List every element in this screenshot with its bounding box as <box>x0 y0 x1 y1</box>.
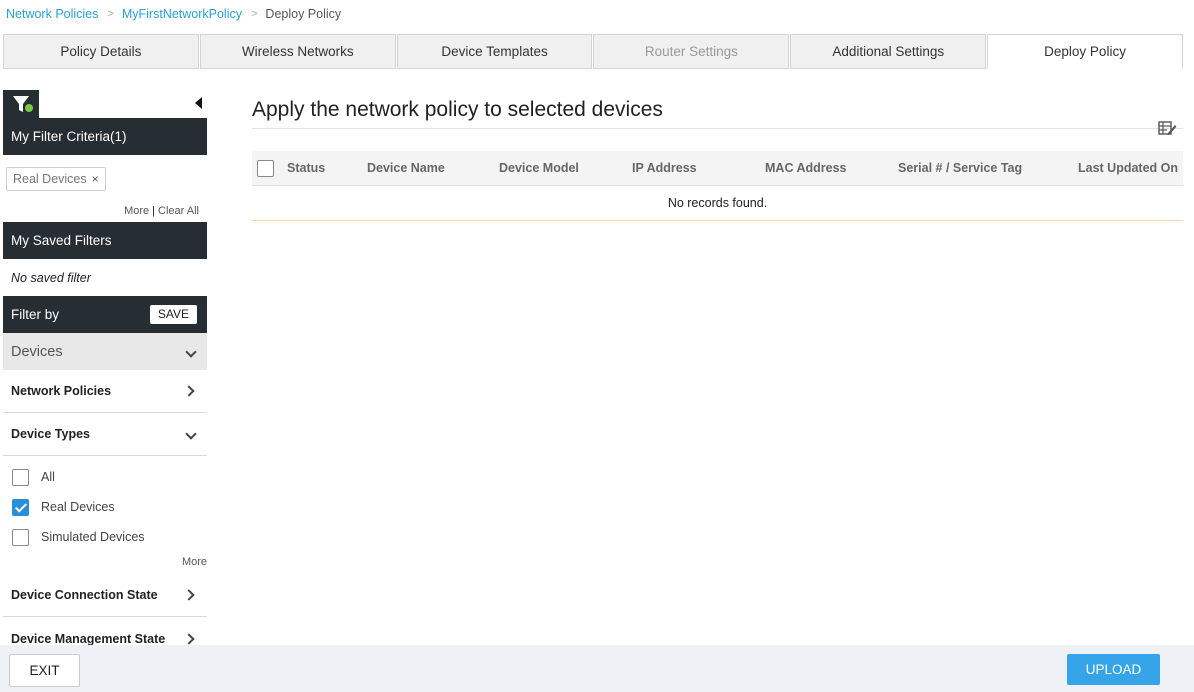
clear-all-link[interactable]: Clear All <box>158 205 199 217</box>
more-link[interactable]: More <box>124 205 149 217</box>
breadcrumb: Network Policies > MyFirstNetworkPolicy … <box>6 7 341 21</box>
select-all-checkbox[interactable] <box>257 160 274 177</box>
checkbox-label: All <box>41 470 55 484</box>
column-header-mac-address[interactable]: MAC Address <box>765 161 847 175</box>
filter-toggle[interactable] <box>3 90 39 118</box>
checkbox-label: Real Devices <box>41 500 115 514</box>
chip-remove-icon[interactable]: × <box>92 172 99 186</box>
filter-by-header: Filter by SAVE <box>3 296 207 333</box>
device-type-simulated-devices[interactable]: Simulated Devices <box>3 522 207 552</box>
section-network-policies[interactable]: Network Policies <box>3 370 207 413</box>
breadcrumb-network-policies[interactable]: Network Policies <box>6 7 98 21</box>
chevron-down-icon <box>185 428 197 440</box>
chevron-right-icon <box>183 385 195 397</box>
section-device-management-state[interactable]: Device Management State <box>3 617 207 645</box>
breadcrumb-separator-icon: > <box>107 8 114 20</box>
checkbox-simulated-devices[interactable] <box>12 528 29 546</box>
column-header-status[interactable]: Status <box>287 161 325 175</box>
exit-button[interactable]: EXIT <box>9 654 80 687</box>
section-label: Device Connection State <box>11 588 158 602</box>
checkbox-all[interactable] <box>12 468 29 486</box>
chevron-right-icon <box>183 632 195 645</box>
filter-by-title: Filter by <box>11 307 60 322</box>
devices-table: Status Device Name Device Model IP Addre… <box>252 151 1183 221</box>
section-device-types[interactable]: Device Types <box>3 413 207 456</box>
device-type-real-devices[interactable]: Real Devices <box>3 492 207 522</box>
breadcrumb-separator-icon: > <box>250 8 258 20</box>
checkbox-real-devices[interactable] <box>12 498 29 516</box>
tab-device-templates[interactable]: Device Templates <box>396 34 593 69</box>
tab-wireless-networks[interactable]: Wireless Networks <box>199 34 396 69</box>
column-header-serial-service-tag[interactable]: Serial # / Service Tag <box>898 161 1022 175</box>
device-types-more-link[interactable]: More <box>3 552 207 574</box>
section-label: Network Policies <box>11 384 112 398</box>
filter-sidebar: My Filter Criteria(1) Real Devices × Mor… <box>3 90 207 645</box>
breadcrumb-my-first-network-policy[interactable]: MyFirstNetworkPolicy <box>122 7 242 21</box>
column-header-device-model[interactable]: Device Model <box>499 161 579 175</box>
tab-router-settings: Router Settings <box>593 34 790 69</box>
footer-bar: EXIT UPLOAD <box>0 645 1194 692</box>
filter-criteria-title: My Filter Criteria(1) <box>11 129 127 144</box>
tab-deploy-policy[interactable]: Deploy Policy <box>987 34 1183 69</box>
page-title: Apply the network policy to selected dev… <box>252 96 1183 129</box>
empty-table-message: No records found. <box>252 186 1183 221</box>
save-filter-button[interactable]: SAVE <box>149 305 197 324</box>
filter-chip-label: Real Devices <box>13 172 87 186</box>
no-saved-filter-text: No saved filter <box>11 270 91 285</box>
main-content: Apply the network policy to selected dev… <box>252 96 1183 221</box>
column-header-last-updated-on[interactable]: Last Updated On <box>1078 161 1178 175</box>
upload-button[interactable]: UPLOAD <box>1067 654 1160 685</box>
section-label: Device Types <box>11 427 90 441</box>
tab-policy-details[interactable]: Policy Details <box>3 34 199 69</box>
collapse-sidebar-icon[interactable] <box>195 97 202 109</box>
section-label: Device Management State <box>11 631 166 646</box>
devices-dropdown[interactable]: Devices <box>3 333 207 370</box>
column-header-device-name[interactable]: Device Name <box>367 161 445 175</box>
section-device-connection-state[interactable]: Device Connection State <box>3 574 207 617</box>
column-header-ip-address[interactable]: IP Address <box>632 161 697 175</box>
tab-additional-settings[interactable]: Additional Settings <box>790 34 987 69</box>
filter-chip-real-devices: Real Devices × <box>6 167 106 191</box>
table-header: Status Device Name Device Model IP Addre… <box>252 151 1183 186</box>
filter-criteria-header: My Filter Criteria(1) <box>3 118 207 155</box>
saved-filters-header: My Saved Filters <box>3 222 207 259</box>
breadcrumb-current: Deploy Policy <box>265 7 342 21</box>
chevron-down-icon <box>185 345 197 358</box>
filter-icon <box>13 96 33 112</box>
chevron-right-icon <box>183 589 195 601</box>
devices-label: Devices <box>11 343 63 360</box>
link-divider: | <box>152 205 156 217</box>
tab-bar: Policy Details Wireless Networks Device … <box>3 34 1183 69</box>
saved-filters-title: My Saved Filters <box>11 233 112 248</box>
device-type-all[interactable]: All <box>3 462 207 492</box>
checkbox-label: Simulated Devices <box>41 530 145 544</box>
column-settings-icon[interactable] <box>1158 120 1177 141</box>
